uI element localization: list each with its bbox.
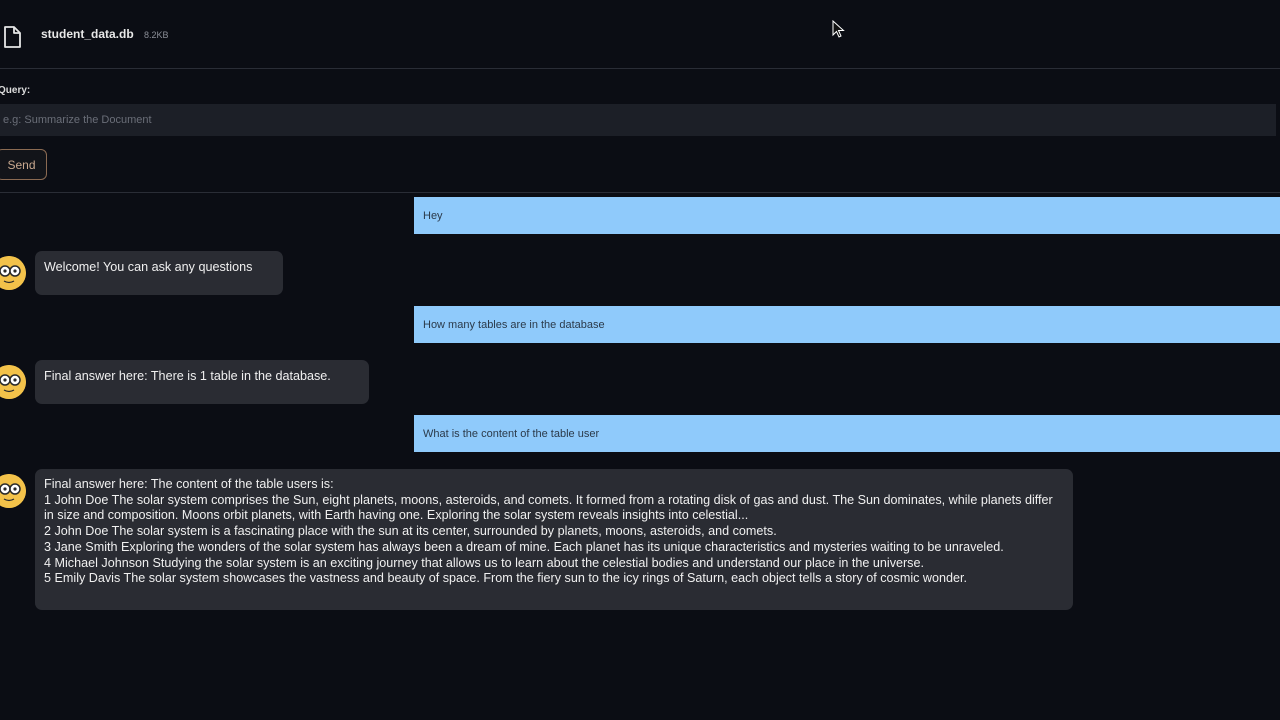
user-message: How many tables are in the database [414,306,1280,343]
bot-avatar-icon [0,256,26,290]
user-message-text: What is the content of the table user [423,427,600,440]
file-icon [4,26,21,48]
user-message: Hey [414,197,1280,234]
bot-avatar-icon [0,365,26,399]
query-label: Query: [0,85,31,96]
table-row: 4 Michael Johnson Studying the solar sys… [44,555,924,570]
bot-message: Welcome! You can ask any questions [35,251,283,295]
chat-app: student_data.db 8.2KB Query: Send Hey We… [0,0,1280,720]
table-row: 2 John Doe The solar system is a fascina… [44,524,777,539]
send-button[interactable]: Send [0,149,47,180]
mouse-cursor-icon [832,20,845,38]
table-row: 3 Jane Smith Exploring the wonders of th… [44,539,1004,554]
bot-message: Final answer here: The content of the ta… [35,469,1073,610]
file-size: 8.2KB [144,30,169,40]
bot-message-intro: Final answer here: The content of the ta… [44,477,334,491]
bot-avatar-icon [0,474,26,508]
chat-divider [0,192,1280,193]
user-message-text: Hey [423,209,443,222]
bot-message: Final answer here: There is 1 table in t… [35,360,369,404]
user-message: What is the content of the table user [414,415,1280,452]
table-row: 1 John Doe The solar system comprises th… [44,492,1053,523]
header-divider [0,68,1280,69]
user-message-text: How many tables are in the database [423,318,605,331]
bot-message-text: Welcome! You can ask any questions [44,260,253,274]
table-row: 5 Emily Davis The solar system showcases… [44,571,968,586]
bot-message-text: Final answer here: There is 1 table in t… [44,369,331,383]
file-name: student_data.db [41,27,134,41]
query-input[interactable] [0,104,1276,136]
